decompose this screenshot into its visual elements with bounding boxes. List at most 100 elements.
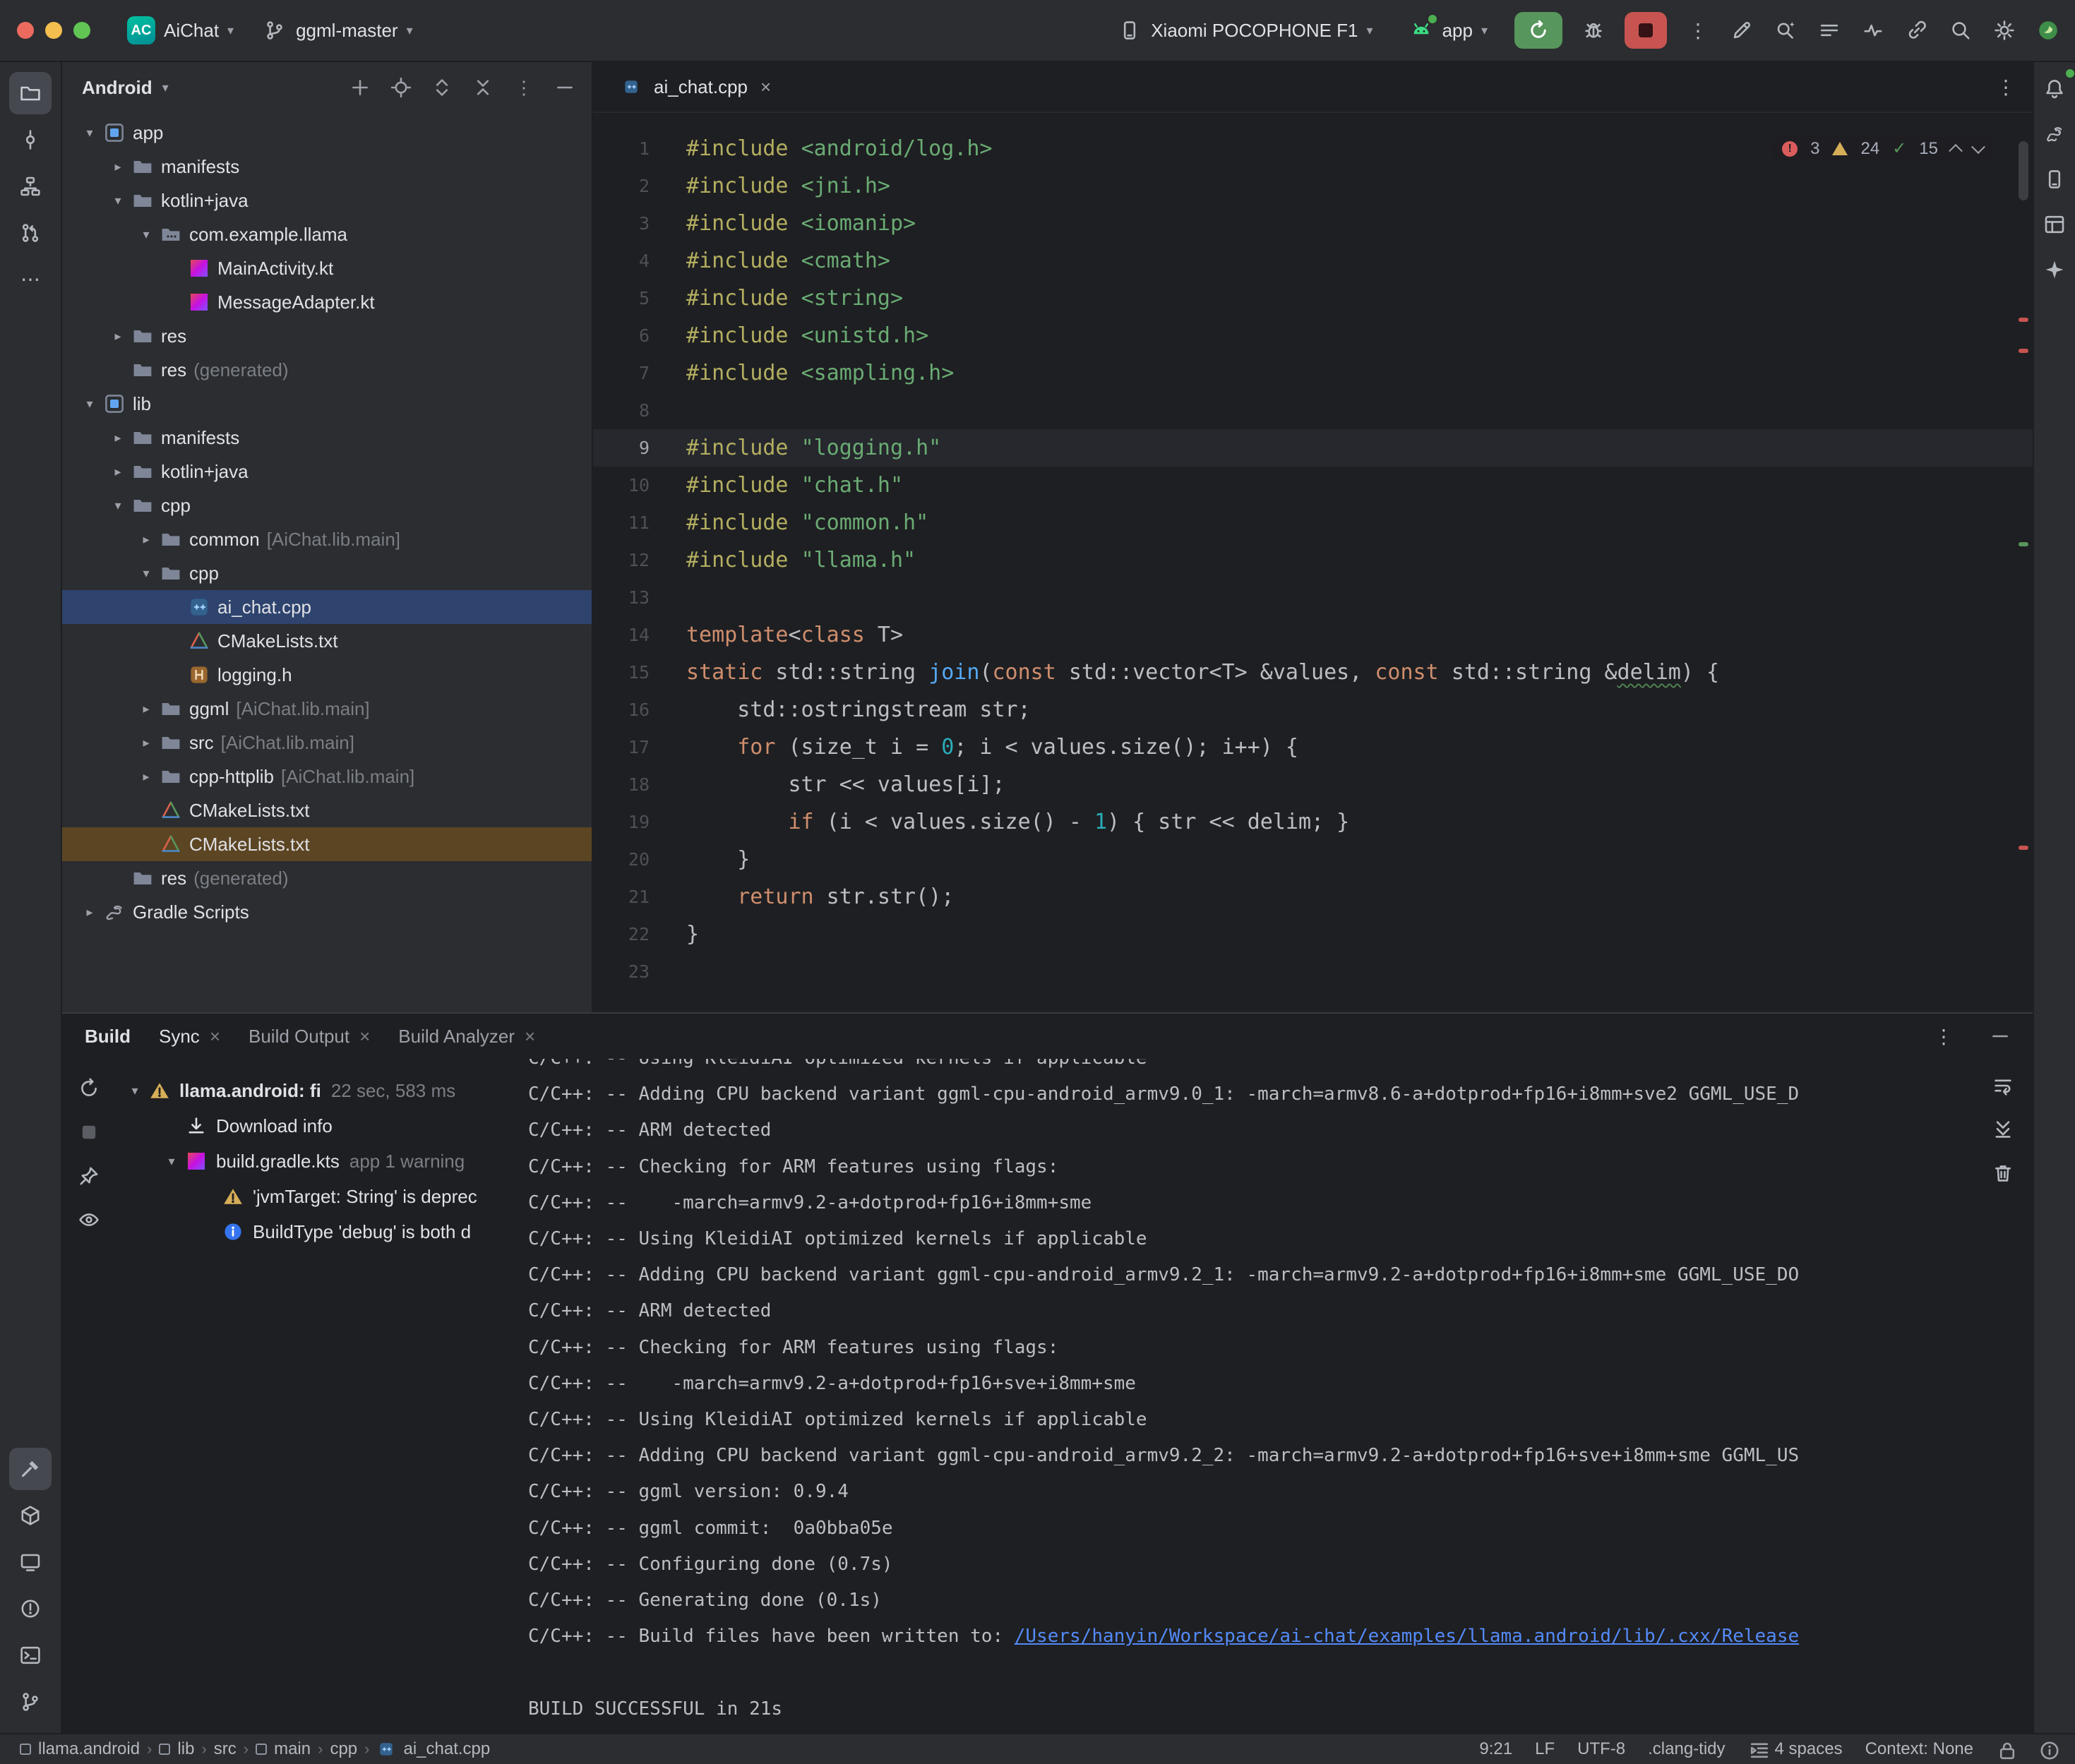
tree-item[interactable]: ▸Gradle Scripts	[62, 895, 592, 929]
lock-icon[interactable]	[1996, 1739, 2016, 1759]
tree-item[interactable]: ▸manifests	[62, 150, 592, 184]
code-line[interactable]: 2#include <jni.h>	[593, 167, 2033, 205]
line-number[interactable]: 1	[593, 130, 686, 167]
ai-search-icon[interactable]	[1773, 18, 1798, 43]
stop-disabled-icon[interactable]	[76, 1120, 102, 1145]
tree-expander-icon[interactable]: ▸	[107, 431, 128, 445]
build-tree-item[interactable]: 'jvmTarget: String' is deprec	[116, 1179, 508, 1214]
line-number[interactable]: 3	[593, 205, 686, 242]
line-number[interactable]: 7	[593, 354, 686, 392]
code-line[interactable]: 3#include <iomanip>	[593, 205, 2033, 242]
code-line[interactable]: 11#include "common.h"	[593, 504, 2033, 541]
pin-icon[interactable]	[76, 1163, 102, 1189]
code-line[interactable]: 16 std::ostringstream str;	[593, 691, 2033, 728]
breadcrumb-item[interactable]: main	[256, 1739, 311, 1759]
breadcrumb-item[interactable]: cpp	[330, 1739, 357, 1759]
tree-expander-icon[interactable]: ▸	[79, 905, 100, 920]
tree-expander-icon[interactable]: ▸	[107, 464, 128, 479]
terminal-icon[interactable]	[9, 1634, 52, 1676]
line-number[interactable]: 6	[593, 317, 686, 354]
line-ending[interactable]: LF	[1535, 1739, 1555, 1759]
device-manager-icon[interactable]	[2038, 162, 2071, 196]
tree-item[interactable]: logging.h	[62, 658, 592, 692]
search-everywhere-icon[interactable]	[1948, 18, 1973, 43]
line-number[interactable]: 22	[593, 916, 686, 953]
prev-problem-icon[interactable]	[1949, 143, 1963, 157]
hide-panel-icon[interactable]	[549, 72, 580, 103]
tree-item[interactable]: ▾com.example.llama	[62, 217, 592, 251]
avatar[interactable]	[2035, 18, 2061, 43]
line-number[interactable]: 13	[593, 579, 686, 616]
next-problem-icon[interactable]	[1971, 140, 1985, 154]
line-number[interactable]: 9	[593, 429, 686, 467]
debug-button[interactable]	[1581, 18, 1606, 43]
code-line[interactable]: 13	[593, 579, 2033, 616]
locate-file-icon[interactable]	[385, 72, 417, 103]
error-mark[interactable]	[2019, 349, 2028, 353]
pull-requests-icon[interactable]	[9, 212, 52, 254]
build-tab-build-analyzer[interactable]: Build Analyzer×	[398, 1026, 535, 1048]
encoding[interactable]: UTF-8	[1577, 1739, 1625, 1759]
expand-all-icon[interactable]	[426, 72, 458, 103]
more-tools-icon[interactable]: ⋯	[9, 258, 52, 301]
code-line[interactable]: 8	[593, 392, 2033, 429]
build-window-title[interactable]: Build	[85, 1026, 131, 1048]
close-tab-icon[interactable]: ×	[760, 76, 771, 98]
code-line[interactable]: 18 str << values[i];	[593, 766, 2033, 803]
code-line[interactable]: 5#include <string>	[593, 280, 2033, 317]
line-number[interactable]: 20	[593, 841, 686, 878]
tree-expander-icon[interactable]: ▾	[124, 1084, 145, 1098]
build-tree-item[interactable]: BuildType 'debug' is both d	[116, 1214, 508, 1249]
caret-position[interactable]: 9:21	[1479, 1739, 1512, 1759]
error-mark[interactable]	[2019, 318, 2028, 322]
inspections-status-icon[interactable]	[2038, 1739, 2058, 1759]
change-mark[interactable]	[2019, 542, 2028, 546]
gemini-icon[interactable]	[2038, 253, 2071, 287]
build-tree-item[interactable]: ▾build.gradle.ktsapp 1 warning	[116, 1144, 508, 1179]
tab-ai-chat-cpp[interactable]: ai_chat.cpp ×	[604, 61, 785, 112]
settings-gear-icon[interactable]	[1992, 18, 2017, 43]
scrollbar-thumb[interactable]	[2019, 141, 2028, 200]
close-button[interactable]	[17, 22, 34, 39]
minimize-panel-icon[interactable]	[1985, 1021, 2016, 1052]
tree-item[interactable]: ▸kotlin+java	[62, 455, 592, 488]
indent-setting[interactable]: 4 spaces	[1748, 1739, 1843, 1759]
code-line[interactable]: 12#include "llama.h"	[593, 541, 2033, 579]
device-selector[interactable]: Xiaomi POCOPHONE F1 ▾	[1108, 13, 1381, 47]
tree-item[interactable]: ▾cpp	[62, 488, 592, 522]
code-line[interactable]: 19 if (i < values.size() - 1) { str << d…	[593, 803, 2033, 841]
tree-item[interactable]: MessageAdapter.kt	[62, 285, 592, 319]
clear-console-icon[interactable]	[1990, 1160, 2016, 1186]
soft-wrap-icon[interactable]	[1990, 1073, 2016, 1098]
run-options-menu[interactable]: ⋮	[1685, 19, 1711, 42]
panel-options-icon[interactable]: ⋮	[508, 72, 539, 103]
tree-item[interactable]: ▾app	[62, 116, 592, 150]
tree-item[interactable]: ▸cpp-httplib[AiChat.lib.main]	[62, 760, 592, 793]
inspections-widget[interactable]: 3 24 ✓ 15	[1772, 136, 1993, 162]
tree-item[interactable]: CMakeLists.txt	[62, 827, 592, 861]
line-number[interactable]: 10	[593, 467, 686, 504]
error-mark[interactable]	[2019, 846, 2028, 850]
tree-expander-icon[interactable]: ▾	[107, 193, 128, 208]
code-line[interactable]: 15static std::string join(const std::vec…	[593, 654, 2033, 691]
breadcrumb-item[interactable]: llama.android	[20, 1739, 140, 1759]
context-indicator[interactable]: Context: None	[1865, 1739, 1973, 1759]
project-selector[interactable]: AC AiChat ▾	[119, 12, 242, 49]
code-line[interactable]: 10#include "chat.h"	[593, 467, 2033, 504]
minimize-button[interactable]	[45, 22, 62, 39]
ai-edit-icon[interactable]	[1729, 18, 1754, 43]
breadcrumb-item[interactable]: lib	[159, 1739, 194, 1759]
problems-icon[interactable]	[9, 1588, 52, 1630]
tree-expander-icon[interactable]: ▾	[136, 566, 157, 581]
tree-item[interactable]: res(generated)	[62, 353, 592, 387]
tree-expander-icon[interactable]: ▸	[107, 160, 128, 174]
tree-item[interactable]: ▸ggml[AiChat.lib.main]	[62, 692, 592, 726]
code-line[interactable]: 22}	[593, 916, 2033, 953]
tree-expander-icon[interactable]: ▾	[136, 227, 157, 242]
gradle-icon[interactable]	[2038, 117, 2071, 151]
add-icon[interactable]	[345, 72, 376, 103]
tree-item[interactable]: ai_chat.cpp	[62, 590, 592, 624]
line-number[interactable]: 14	[593, 616, 686, 654]
notifications-bell-icon[interactable]	[2038, 72, 2071, 106]
zoom-button[interactable]	[73, 22, 90, 39]
